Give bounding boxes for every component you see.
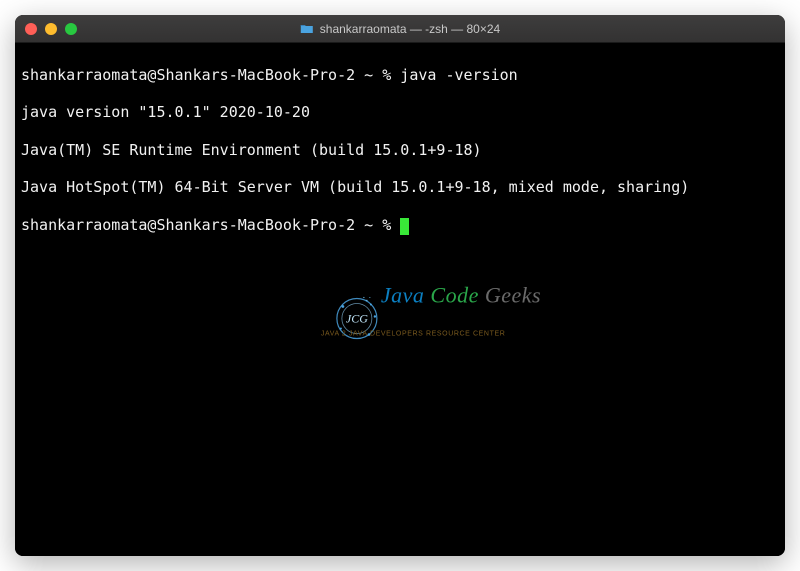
terminal-window: shankarraomata — -zsh — 80×24 shankarrao… [15,15,785,556]
traffic-lights [25,23,77,35]
svg-text:JCG: JCG [346,311,368,325]
terminal-line: shankarraomata@Shankars-MacBook-Pro-2 ~ … [21,66,779,85]
watermark: JCG Java Code Geeks Java 2 Java Develope… [259,262,541,337]
window-title-container: shankarraomata — -zsh — 80×24 [300,22,500,36]
minimize-button[interactable] [45,23,57,35]
terminal-prompt-line: shankarraomata@Shankars-MacBook-Pro-2 ~ … [21,216,779,235]
watermark-text: Java Code Geeks Java 2 Java Developers R… [321,262,541,337]
title-bar: shankarraomata — -zsh — 80×24 [15,15,785,43]
cursor [400,218,409,235]
watermark-subtitle: Java 2 Java Developers Resource Center [321,330,541,337]
window-title: shankarraomata — -zsh — 80×24 [320,22,500,36]
terminal-line: java version "15.0.1" 2020-10-20 [21,103,779,122]
close-button[interactable] [25,23,37,35]
maximize-button[interactable] [65,23,77,35]
watermark-title: Java Code Geeks [321,262,541,328]
terminal-prompt: shankarraomata@Shankars-MacBook-Pro-2 ~ … [21,216,400,234]
terminal-line: Java(TM) SE Runtime Environment (build 1… [21,141,779,160]
jcg-logo-icon: JCG [259,274,311,326]
terminal-line: Java HotSpot(TM) 64-Bit Server VM (build… [21,178,779,197]
terminal-body[interactable]: shankarraomata@Shankars-MacBook-Pro-2 ~ … [15,43,785,556]
folder-icon [300,23,314,34]
